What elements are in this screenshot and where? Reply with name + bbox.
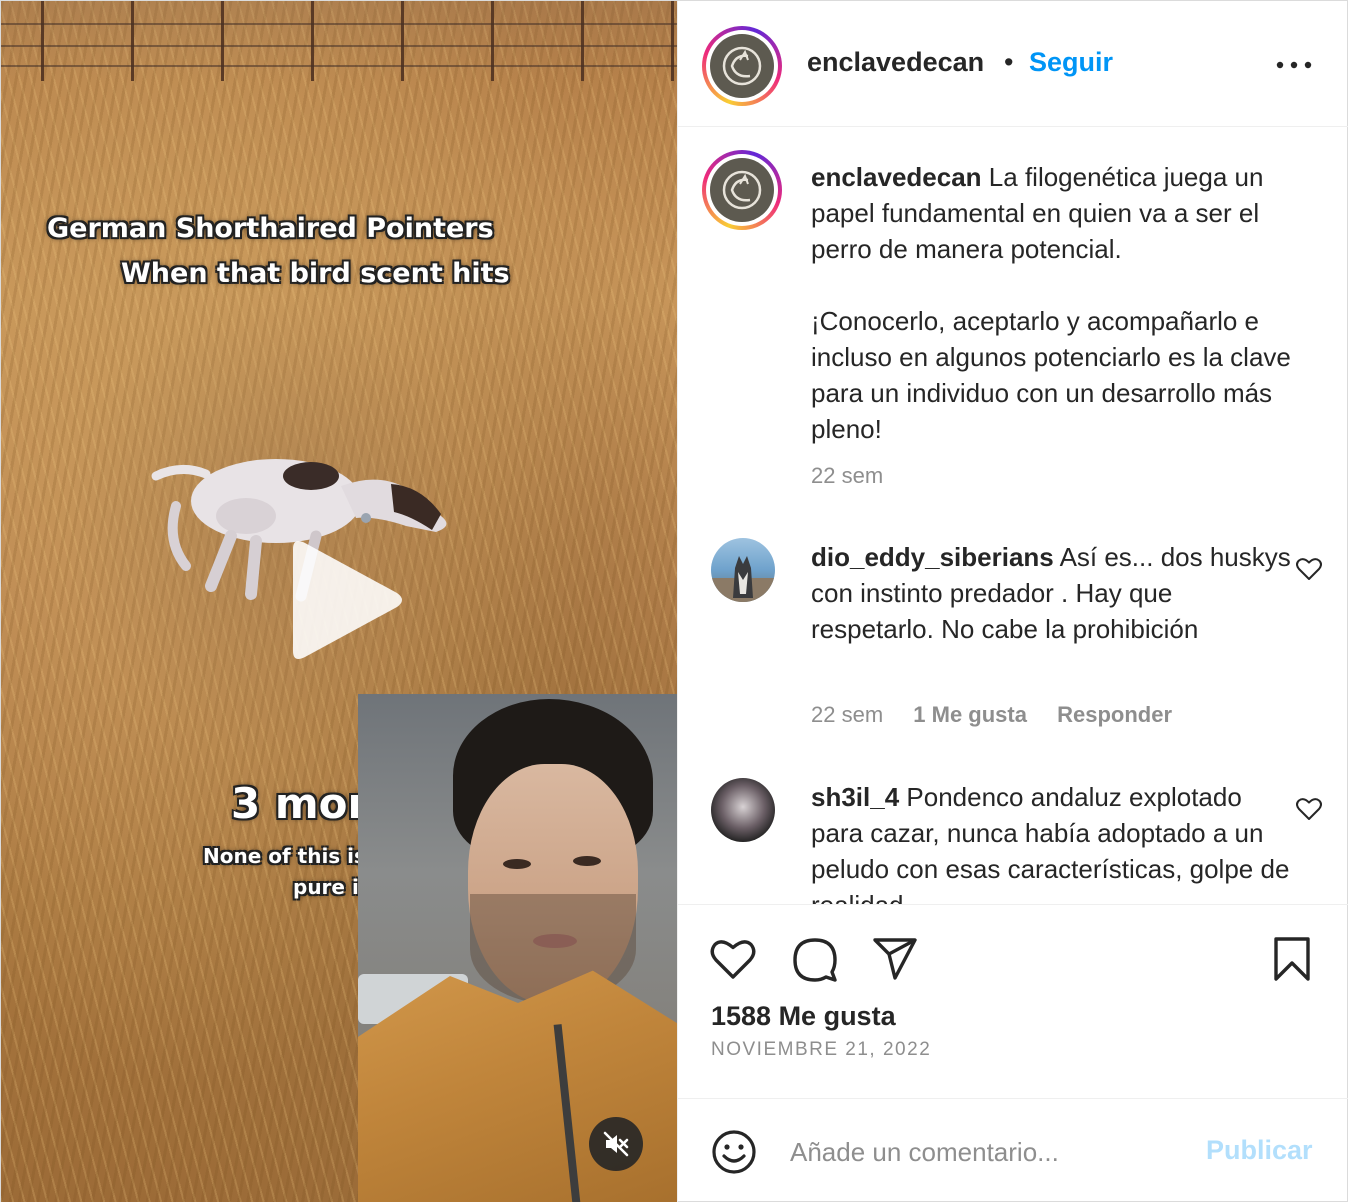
more-horizontal-icon[interactable] bbox=[1274, 53, 1314, 77]
publish-button[interactable]: Publicar bbox=[1206, 1135, 1313, 1166]
comments-list[interactable]: enclavedecan La filogenética juega un pa… bbox=[678, 128, 1348, 904]
post-header: enclavedecan • Seguir bbox=[678, 1, 1348, 127]
caption-meta: 22 sem bbox=[811, 463, 907, 489]
paper-plane-icon[interactable] bbox=[871, 935, 919, 983]
brand-logo-icon bbox=[722, 170, 762, 210]
bookmark-icon[interactable] bbox=[1268, 935, 1316, 983]
video-overlay-title: German Shorthaired Pointers bbox=[47, 213, 494, 244]
caption-time: 22 sem bbox=[811, 463, 884, 488]
post-details-panel: enclavedecan • Seguir enclavedecan La fi… bbox=[677, 1, 1348, 1202]
follow-button[interactable]: Seguir bbox=[1029, 47, 1113, 78]
smiley-icon[interactable] bbox=[711, 1129, 757, 1175]
comment-likes-count[interactable]: 1 Me gusta bbox=[913, 702, 1027, 727]
commenter-avatar[interactable] bbox=[711, 778, 775, 842]
instagram-post: German Shorthaired Pointers When that bi… bbox=[0, 0, 1348, 1202]
background-fence bbox=[1, 1, 677, 81]
comment-text: sh3il_4 Pondenco andaluz explotado para … bbox=[811, 779, 1301, 904]
caption-text: enclavedecan La filogenética juega un pa… bbox=[811, 159, 1301, 267]
comment-meta: 22 sem 1 Me gusta Responder bbox=[811, 702, 1196, 728]
play-icon[interactable] bbox=[283, 535, 407, 665]
comment-username[interactable]: sh3il_4 bbox=[811, 782, 899, 812]
author-username[interactable]: enclavedecan bbox=[807, 47, 984, 78]
speaker-muted-icon[interactable] bbox=[589, 1117, 643, 1171]
comment-username[interactable]: dio_eddy_siberians bbox=[811, 542, 1054, 572]
comment-like-heart-icon[interactable] bbox=[1296, 557, 1322, 581]
likes-count[interactable]: 1588 Me gusta bbox=[711, 1001, 896, 1032]
comment-input[interactable] bbox=[790, 1129, 1190, 1175]
caption-username[interactable]: enclavedecan bbox=[811, 162, 982, 192]
separator-dot: • bbox=[1004, 47, 1014, 77]
comment-bubble-icon[interactable] bbox=[791, 935, 839, 983]
post-actions: 1588 Me gusta NOVIEMBRE 21, 2022 bbox=[678, 904, 1348, 1098]
author-avatar[interactable] bbox=[702, 26, 782, 106]
video-overlay-subtitle: When that bird scent hits bbox=[121, 258, 510, 289]
post-video[interactable]: German Shorthaired Pointers When that bi… bbox=[1, 1, 677, 1202]
comment-like-heart-icon[interactable] bbox=[1296, 797, 1322, 821]
heart-icon[interactable] bbox=[709, 935, 757, 983]
post-date: NOVIEMBRE 21, 2022 bbox=[711, 1039, 932, 1060]
caption-paragraph-2: ¡Conocerlo, aceptarlo y acompañarlo e in… bbox=[811, 306, 1291, 444]
commenter-avatar[interactable] bbox=[711, 538, 775, 602]
add-comment-bar: Publicar bbox=[678, 1098, 1348, 1202]
reply-button[interactable]: Responder bbox=[1057, 702, 1172, 727]
brand-logo-icon bbox=[722, 46, 762, 86]
comment-text: dio_eddy_siberians Así es... dos huskys … bbox=[811, 539, 1301, 647]
comment-time: 22 sem bbox=[811, 702, 884, 727]
caption-author-avatar[interactable] bbox=[702, 150, 782, 230]
